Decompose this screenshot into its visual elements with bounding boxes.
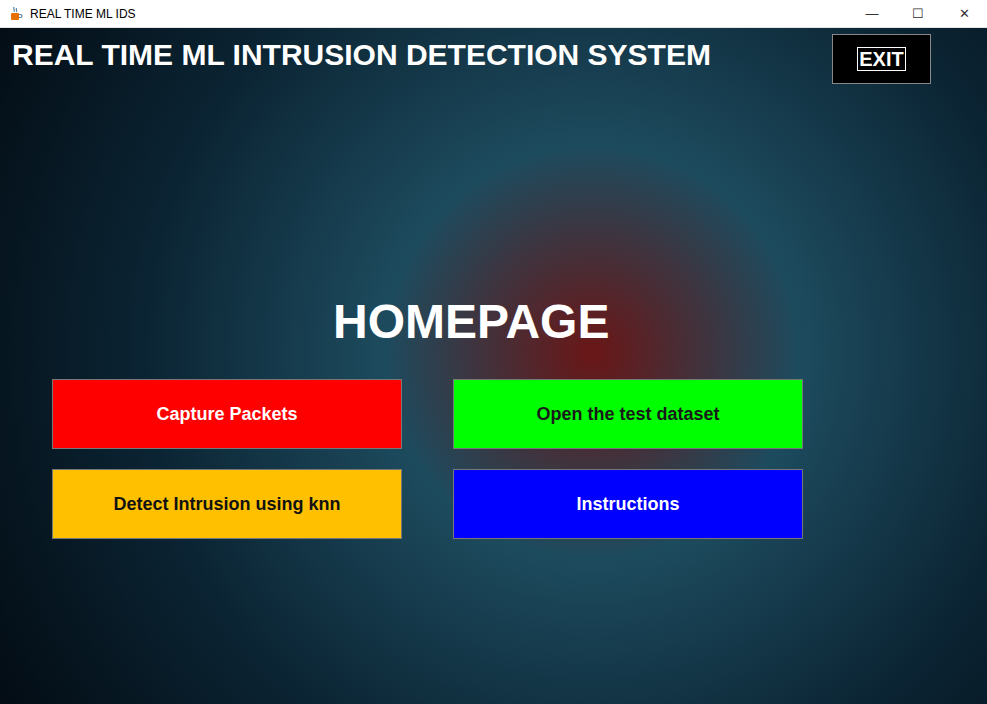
java-icon [8, 6, 24, 22]
main-panel: REAL TIME ML INTRUSION DETECTION SYSTEM E… [0, 28, 987, 704]
menu-button[interactable]: Detect Intrusion using knn [52, 469, 402, 539]
page-title: HOMEPAGE [333, 294, 987, 350]
menu-button[interactable]: Capture Packets [52, 379, 402, 449]
exit-button[interactable]: EXIT [832, 34, 931, 84]
app-heading: REAL TIME ML INTRUSION DETECTION SYSTEM [0, 37, 711, 73]
menu-button[interactable]: Instructions [453, 469, 803, 539]
window-control-button[interactable]: ✕ [941, 0, 987, 27]
menu-button[interactable]: Open the test dataset [453, 379, 803, 449]
app-window: REAL TIME ML IDS—☐✕REAL TIME ML INTRUSIO… [0, 0, 987, 704]
window-control-button[interactable]: — [849, 0, 895, 27]
title-bar: REAL TIME ML IDS —☐✕ [0, 0, 987, 28]
window-control-button[interactable]: ☐ [895, 0, 941, 27]
window-title: REAL TIME ML IDS [30, 5, 136, 23]
